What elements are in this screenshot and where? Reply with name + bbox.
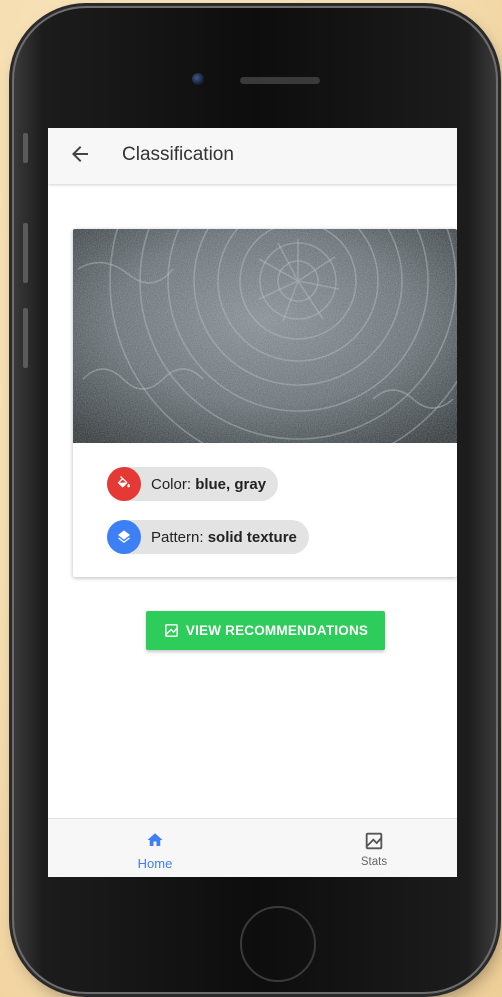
tab-home-label: Home [137, 856, 173, 871]
pattern-value: solid texture [207, 528, 297, 546]
chart-icon [365, 832, 383, 850]
pattern-chip: Pattern: solid texture [107, 520, 309, 554]
mute-switch [23, 133, 28, 163]
classification-card: Color: blue, gray Pattern: solid texture [73, 229, 457, 577]
pattern-label: Pattern: [151, 528, 204, 546]
color-label: Color: [151, 475, 192, 493]
back-arrow-icon[interactable] [68, 142, 92, 166]
front-camera [192, 73, 204, 85]
home-button[interactable] [240, 906, 316, 982]
volume-up-button [23, 223, 28, 283]
volume-down-button [23, 308, 28, 368]
tab-home[interactable]: Home [95, 819, 215, 877]
paint-bucket-icon [107, 467, 141, 501]
color-value: blue, gray [195, 475, 267, 493]
app-screen: Classification Color: blue, gray Pattern… [48, 128, 457, 877]
view-recommendations-label: VIEW RECOMMENDATIONS [185, 623, 369, 638]
bottom-tab-bar: Home Stats [48, 818, 457, 877]
earpiece-speaker [240, 77, 320, 84]
fabric-photo [73, 229, 457, 443]
page-title: Classification [122, 144, 234, 165]
home-icon [147, 833, 163, 846]
view-recommendations-button[interactable]: VIEW RECOMMENDATIONS [146, 611, 385, 650]
chart-icon [165, 624, 178, 637]
tab-stats[interactable]: Stats [314, 819, 434, 877]
app-bar: Classification [48, 128, 457, 184]
layers-icon [107, 520, 141, 554]
color-chip: Color: blue, gray [107, 467, 279, 501]
tab-stats-label: Stats [360, 856, 388, 868]
